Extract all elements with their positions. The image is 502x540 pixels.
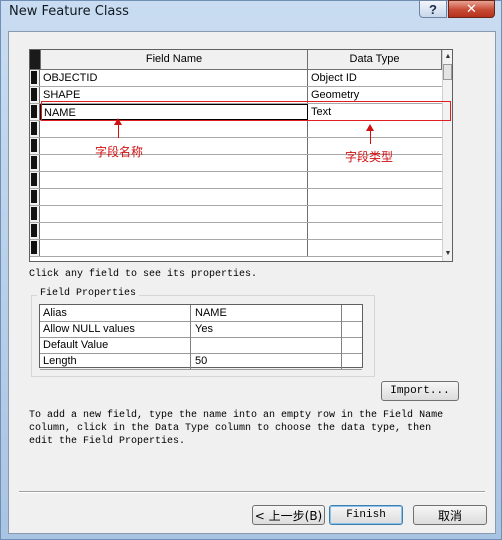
empty-row[interactable] [30,206,442,223]
scroll-up-icon[interactable]: ▲ [444,52,452,62]
field-properties-table[interactable]: Alias NAME Allow NULL values Yes Default… [39,304,363,370]
column-header-field-name[interactable]: Field Name [40,50,308,69]
annotation-arrow-line [370,130,371,144]
field-name-cell[interactable] [40,223,308,239]
row-selector[interactable] [30,155,40,171]
property-value[interactable] [191,337,342,353]
column-header-data-type[interactable]: Data Type [308,50,442,69]
annotation-data-type-label: 字段类型 [345,150,394,164]
empty-row[interactable] [30,223,442,240]
field-name-cell[interactable] [40,155,308,171]
field-name-cell[interactable] [40,138,308,154]
row-selector[interactable] [30,240,40,256]
grid-vertical-scrollbar[interactable]: ▲ ▼ [442,50,452,261]
property-row[interactable]: Alias NAME [40,305,362,322]
data-type-cell[interactable] [308,121,442,137]
footer-separator [19,491,485,493]
field-name-cell[interactable] [40,121,308,137]
instructions-line-2: column, click in the Data Type column to… [29,423,432,434]
select-all-corner[interactable] [30,50,40,69]
new-feature-class-window: New Feature Class ? ✕ Field Name Data Ty… [0,0,502,540]
data-type-cell[interactable] [308,223,442,239]
property-key: Alias [40,305,191,321]
finish-button[interactable]: Finish [329,505,403,525]
row-selector[interactable] [30,172,40,188]
empty-row[interactable] [30,172,442,189]
data-type-cell[interactable] [308,172,442,188]
field-name-cell[interactable] [40,240,308,256]
cancel-button[interactable]: 取消 [413,505,487,525]
empty-row[interactable] [30,240,442,257]
row-selector[interactable] [30,189,40,205]
field-name-cell[interactable] [40,206,308,222]
property-row[interactable]: Allow NULL values Yes [40,321,362,338]
table-row[interactable]: OBJECTID Object ID [30,70,442,87]
data-type-cell[interactable] [308,206,442,222]
window-title: New Feature Class [9,4,129,19]
row-selector[interactable] [30,121,40,137]
property-row[interactable]: Default Value [40,337,362,354]
data-type-cell[interactable]: Object ID [308,70,442,86]
dialog-body: Field Name Data Type OBJECTID Object ID … [8,31,496,534]
title-bar[interactable]: New Feature Class ? ✕ [1,0,501,25]
row-selector[interactable] [30,138,40,154]
scroll-down-icon[interactable]: ▼ [444,249,452,259]
field-name-cell[interactable] [40,172,308,188]
help-button[interactable]: ? [419,0,447,18]
grid-header: Field Name Data Type [30,50,452,70]
instructions-line-3: edit the Field Properties. [29,436,186,447]
annotation-arrow-line [118,124,119,138]
field-name-cell[interactable]: OBJECTID [40,70,308,86]
property-key: Default Value [40,337,191,353]
field-name-cell[interactable] [40,189,308,205]
data-type-cell[interactable] [308,240,442,256]
click-field-hint: Click any field to see its properties. [29,269,258,280]
row-selector[interactable] [30,223,40,239]
annotation-field-name-label: 字段名称 [95,145,144,159]
property-value[interactable]: 50 [191,353,342,369]
row-selector[interactable] [30,87,40,103]
empty-row[interactable] [30,189,442,206]
import-button[interactable]: Import... [381,381,459,401]
property-value[interactable]: NAME [191,305,342,321]
annotation-highlight-box [41,101,451,121]
row-selector[interactable] [30,70,40,86]
close-icon: ✕ [466,1,477,16]
scroll-thumb[interactable] [443,64,452,80]
data-type-cell[interactable] [308,189,442,205]
property-key: Allow NULL values [40,321,191,337]
close-button[interactable]: ✕ [448,0,495,18]
field-properties-title: Field Properties [37,288,140,299]
back-button[interactable]: < 上一步(B) [252,505,325,525]
property-key: Length [40,353,191,369]
property-row[interactable]: Length 50 [40,353,362,370]
help-icon: ? [429,1,437,17]
row-selector[interactable] [30,206,40,222]
empty-row[interactable] [30,121,442,138]
property-value[interactable]: Yes [191,321,342,337]
row-selector[interactable] [30,104,40,120]
instructions-line-1: To add a new field, type the name into a… [29,410,444,421]
